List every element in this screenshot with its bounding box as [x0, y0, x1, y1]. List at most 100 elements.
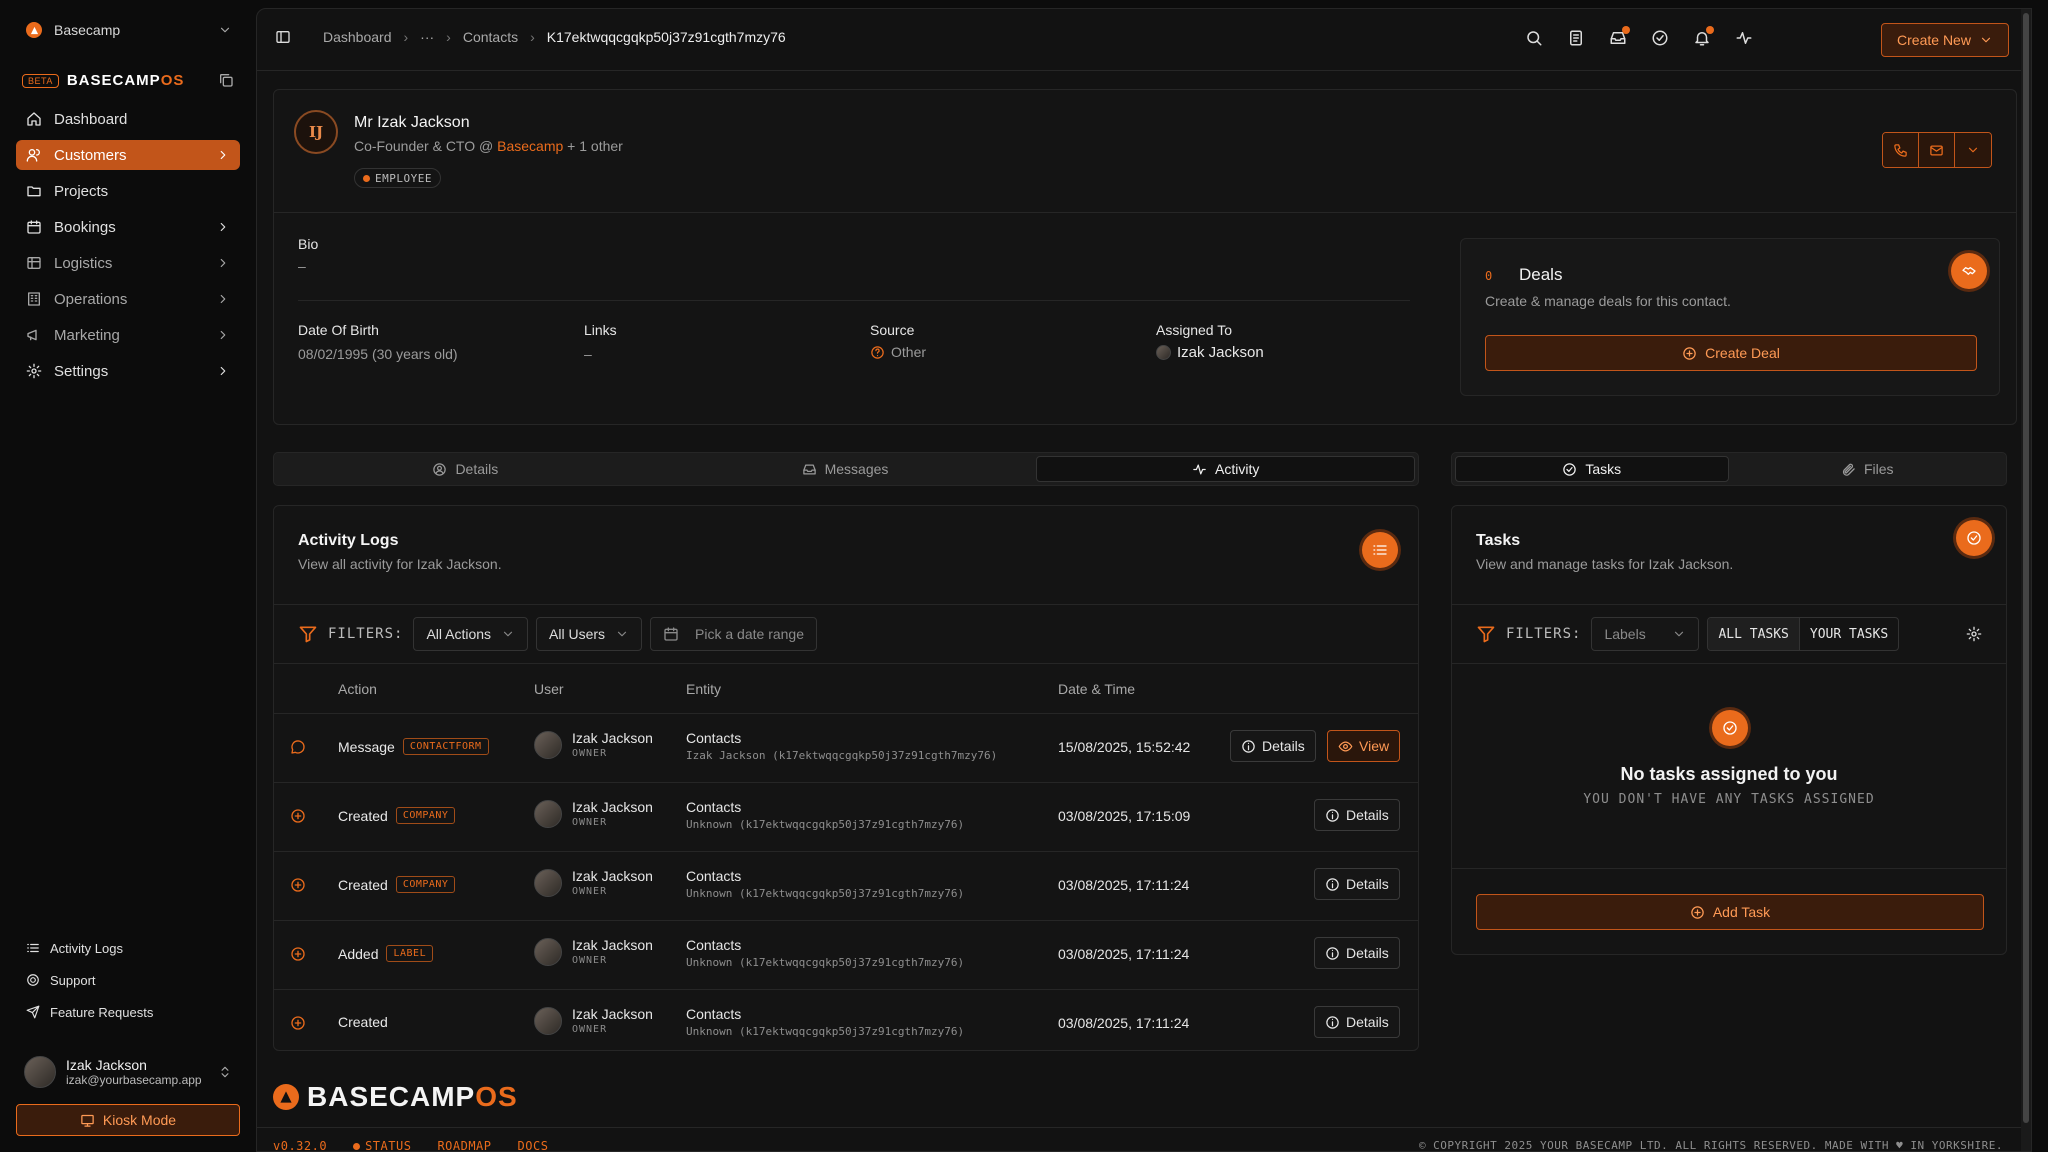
sidebar-item-label: Marketing: [54, 326, 120, 344]
main-panel: Dashboard › ··· › Contacts › K17ektwqqcg…: [256, 8, 2032, 1152]
chevron-down-icon: [1981, 37, 1991, 43]
avatar: [534, 799, 562, 828]
copy-icon[interactable]: [218, 72, 234, 88]
date-range-picker[interactable]: Pick a date range: [650, 617, 818, 651]
roadmap-link[interactable]: ROADMAP: [437, 1139, 491, 1151]
assigned-value[interactable]: Izak Jackson: [1156, 344, 1264, 361]
sidebar-item-projects[interactable]: Projects: [16, 176, 240, 206]
breadcrumb-dashboard[interactable]: Dashboard: [323, 29, 392, 45]
bio-value: –: [298, 258, 306, 274]
chevron-right-icon: [220, 330, 226, 340]
search-icon[interactable]: [1525, 29, 1543, 47]
sidebar-item-dashboard[interactable]: Dashboard: [16, 104, 240, 134]
breadcrumb-ellipsis[interactable]: ···: [420, 29, 434, 45]
notifications-button[interactable]: [1693, 26, 1714, 47]
eye-icon: [1338, 741, 1353, 751]
divider: [298, 300, 1410, 301]
add-task-button[interactable]: Add Task: [1476, 894, 1984, 930]
actions-select[interactable]: All Actions: [413, 617, 529, 651]
table-row: Message CONTACTFORM Izak Jackson OWNER Con…: [274, 714, 1418, 783]
sidebar-item-settings[interactable]: Settings: [16, 356, 240, 386]
sidebar-item-operations[interactable]: Operations: [16, 284, 240, 314]
status-link[interactable]: STATUS: [353, 1139, 411, 1151]
filters-label: FILTERS:: [298, 624, 403, 644]
inbox-button[interactable]: [1609, 26, 1630, 47]
status-badge: EMPLOYEE: [354, 168, 441, 188]
sidebar-item-customers[interactable]: Customers: [16, 140, 240, 170]
call-button[interactable]: [1883, 133, 1919, 167]
divider: [1452, 868, 2006, 869]
sidebar-item-marketing[interactable]: Marketing: [16, 320, 240, 350]
user-circle-icon: [433, 462, 447, 476]
workspace-name: Basecamp: [54, 22, 121, 38]
more-actions-button[interactable]: [1955, 133, 1991, 167]
sidebar-item-label: Customers: [54, 146, 127, 164]
activity-table-body: Message CONTACTFORM Izak Jackson OWNER Con…: [274, 714, 1418, 1059]
details-button[interactable]: Details: [1314, 937, 1400, 969]
avatar: [534, 1006, 562, 1035]
sidebar-item-label: Dashboard: [54, 110, 128, 128]
source-value: Other: [870, 344, 926, 360]
check-circle-icon[interactable]: [1956, 520, 1992, 556]
filter-icon: [1477, 626, 1495, 643]
all-tasks-toggle[interactable]: ALL TASKS: [1708, 618, 1800, 650]
sidebar-item-bookings[interactable]: Bookings: [16, 212, 240, 242]
truck-icon: [27, 257, 41, 269]
action-tag: LABEL: [386, 945, 434, 962]
chevron-right-icon: [220, 366, 226, 376]
tab-files[interactable]: Files: [1732, 456, 2004, 482]
sidebar-item-activity-logs[interactable]: Activity Logs: [16, 935, 240, 961]
details-button[interactable]: Details: [1314, 799, 1400, 831]
activity-icon[interactable]: [1735, 29, 1753, 47]
empty-state-subtitle: YOU DON'T HAVE ANY TASKS ASSIGNED: [1583, 792, 1875, 807]
column-header-datetime: Date & Time: [1058, 681, 1136, 697]
tab-activity[interactable]: Activity: [1036, 456, 1416, 482]
create-new-button[interactable]: Create New: [1881, 23, 2009, 57]
contact-org-link[interactable]: Basecamp: [497, 138, 563, 154]
details-button[interactable]: Details: [1314, 868, 1400, 900]
details-button[interactable]: Details: [1230, 730, 1316, 762]
row-datetime: 03/08/2025, 17:11:24: [1058, 946, 1190, 962]
create-deal-button[interactable]: Create Deal: [1485, 335, 1977, 371]
your-tasks-toggle[interactable]: YOUR TASKS: [1800, 618, 1898, 650]
docs-link[interactable]: DOCS: [518, 1139, 549, 1151]
sidebar-item-feature-requests[interactable]: Feature Requests: [16, 999, 240, 1025]
sidebar-toggle-icon[interactable]: [275, 29, 291, 45]
contact-avatar: IJ: [294, 110, 338, 154]
copyright-text: © COPYRIGHT 2025 YOUR BASECAMP LTD. ALL …: [1418, 1139, 2003, 1152]
table-row: Added LABEL Izak Jackson OWNER Contacts Unk…: [274, 921, 1418, 990]
users-icon: [26, 149, 40, 162]
list-icon[interactable]: [1362, 532, 1398, 568]
sidebar-item-logistics[interactable]: Logistics: [16, 248, 240, 278]
help-circle-icon: [871, 345, 884, 359]
sidebar-item-support[interactable]: Support: [16, 967, 240, 993]
sidebar-item-label: Bookings: [54, 218, 116, 236]
user-menu[interactable]: Izak Jackson izak@yourbasecamp.app: [16, 1048, 240, 1096]
chevron-right-icon: [220, 294, 226, 304]
email-button[interactable]: [1919, 133, 1955, 167]
check-circle-icon[interactable]: [1651, 29, 1669, 47]
view-button[interactable]: View: [1327, 730, 1401, 762]
sidebar-item-label: Feature Requests: [50, 1004, 154, 1020]
notes-icon[interactable]: [1567, 29, 1585, 47]
tab-tasks[interactable]: Tasks: [1455, 456, 1729, 482]
users-select[interactable]: All Users: [536, 617, 643, 651]
activity-title: Activity Logs: [298, 532, 399, 549]
lifebuoy-icon: [27, 974, 39, 986]
paperclip-icon: [1842, 463, 1855, 476]
breadcrumb-contacts[interactable]: Contacts: [463, 29, 518, 45]
row-user: Izak Jackson OWNER: [534, 730, 653, 759]
row-action: Created COMPANY: [338, 876, 456, 893]
details-button[interactable]: Details: [1314, 1006, 1400, 1038]
gear-icon[interactable]: [1966, 626, 1982, 642]
labels-select[interactable]: Labels: [1591, 617, 1700, 651]
workspace-switcher[interactable]: Basecamp: [16, 12, 238, 48]
kiosk-mode-button[interactable]: Kiosk Mode: [16, 1104, 240, 1136]
tasks-filters: FILTERS: Labels ALL TASKS YOUR TASKS: [1452, 604, 2006, 664]
breadcrumb-separator: ›: [403, 29, 409, 45]
tab-messages[interactable]: Messages: [657, 456, 1034, 482]
scrollbar[interactable]: [2021, 9, 2031, 1151]
plus-circle-icon: [291, 878, 305, 892]
tab-details[interactable]: Details: [277, 456, 654, 482]
kiosk-mode-label: Kiosk Mode: [102, 1112, 177, 1128]
